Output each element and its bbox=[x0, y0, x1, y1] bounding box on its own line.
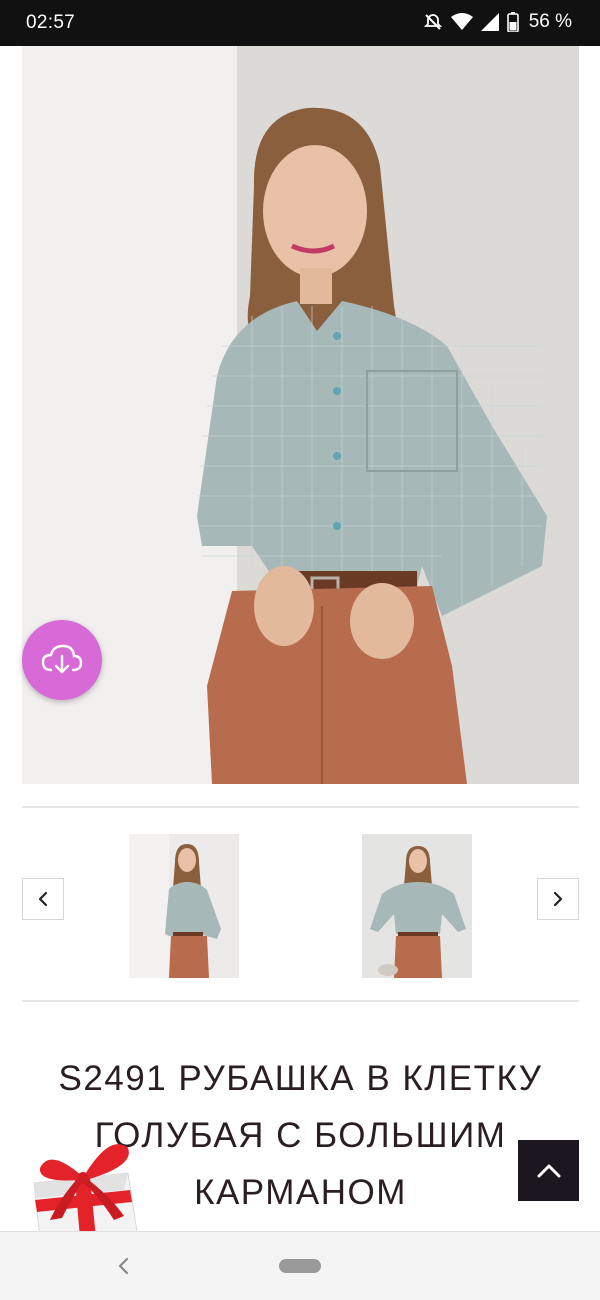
back-icon[interactable] bbox=[112, 1254, 136, 1278]
thumbnail-2-image bbox=[362, 834, 472, 978]
status-icons: 56 % bbox=[423, 11, 572, 33]
download-image-button[interactable] bbox=[22, 620, 102, 700]
product-photo-illustration bbox=[22, 46, 579, 784]
chevron-up-icon bbox=[537, 1164, 560, 1177]
gift-box-icon bbox=[33, 1144, 139, 1239]
thumbnail-2[interactable] bbox=[362, 834, 472, 978]
thumbnail-1-image bbox=[129, 834, 239, 978]
status-bar: 02:57 56 % bbox=[0, 0, 600, 46]
status-time: 02:57 bbox=[26, 12, 76, 33]
chevron-right-icon bbox=[553, 891, 563, 907]
battery-percent: 56 % bbox=[528, 11, 572, 32]
thumbnail-next-button[interactable] bbox=[537, 878, 579, 920]
mute-icon bbox=[423, 14, 442, 30]
gallery-divider-top bbox=[22, 806, 579, 808]
main-product-photo[interactable] bbox=[22, 46, 579, 784]
thumbnail-prev-button[interactable] bbox=[22, 878, 64, 920]
chevron-left-icon bbox=[38, 891, 48, 907]
gift-promo-button[interactable] bbox=[20, 1128, 150, 1239]
wifi-icon bbox=[450, 13, 473, 30]
gallery-divider-bottom bbox=[22, 1000, 579, 1002]
cloud-download-icon bbox=[41, 644, 83, 674]
thumbnail-1[interactable] bbox=[129, 834, 239, 978]
home-pill-icon[interactable] bbox=[279, 1259, 321, 1273]
scroll-to-top-button[interactable] bbox=[518, 1140, 579, 1201]
battery-icon bbox=[506, 12, 519, 32]
signal-icon bbox=[480, 13, 499, 31]
system-nav-bar bbox=[0, 1231, 600, 1300]
